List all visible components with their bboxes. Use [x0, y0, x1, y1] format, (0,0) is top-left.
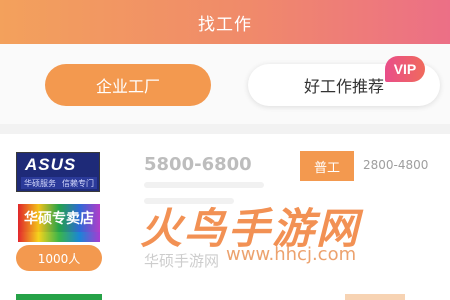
placeholder-line — [144, 182, 264, 188]
section-divider — [0, 124, 450, 134]
tag-salary: 2800-4800 — [363, 158, 429, 172]
company-size-badge: 1000人 — [16, 245, 102, 271]
store-logo: 华硕专卖店 — [18, 204, 100, 232]
logo-subtitle-right: 信赖专门 — [62, 178, 94, 188]
tabs-area: 企业工厂 好工作推荐 — [0, 44, 450, 124]
next-card-logo-edge — [16, 294, 102, 300]
logo-subtitle: 华硕服务 信赖专门 — [21, 177, 97, 189]
next-card-tag-edge — [345, 294, 405, 300]
salary-range: 5800-6800 — [144, 154, 252, 175]
logo-subtitle-left: 华硕服务 — [24, 178, 56, 188]
company-logo: ASUS 华硕服务 信赖专门 — [16, 152, 100, 192]
logo-brand-text: ASUS — [25, 155, 77, 174]
app-header: 找工作 — [0, 0, 450, 44]
vip-badge: VIP — [385, 56, 425, 82]
store-logo-strip — [18, 232, 100, 242]
tab-company-factory[interactable]: 企业工厂 — [45, 64, 211, 106]
page-title: 找工作 — [198, 14, 252, 35]
job-tag[interactable]: 普工 — [300, 151, 354, 181]
watermark-url: www.hhcj.com — [226, 244, 357, 265]
